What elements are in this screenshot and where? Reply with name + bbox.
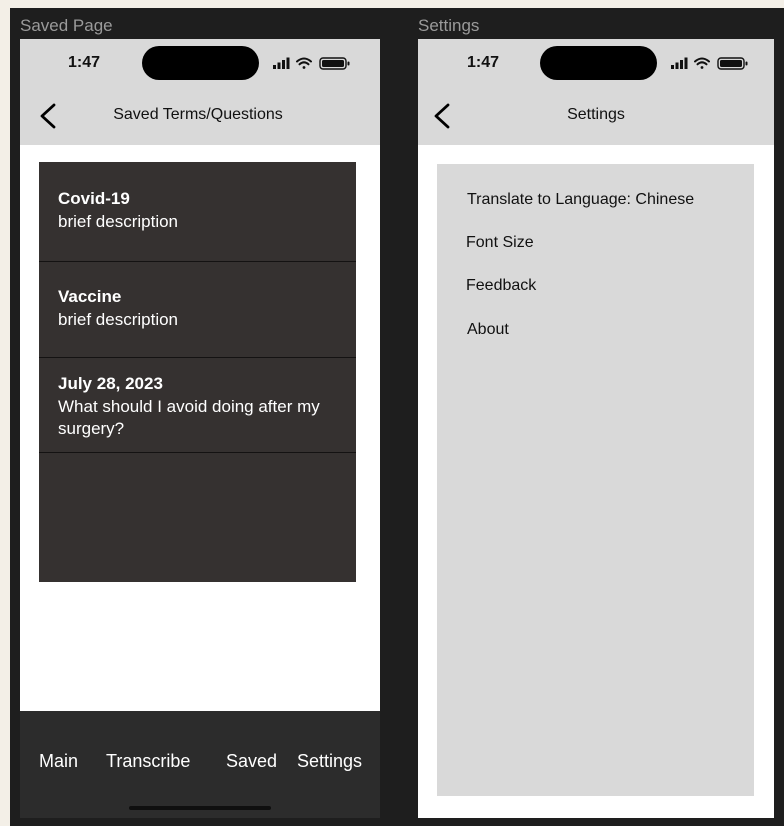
settings-nav-bar: Settings [418,86,774,145]
battery-icon [717,57,748,70]
dynamic-island [540,46,657,80]
tab-main[interactable]: Main [39,751,78,772]
saved-item-description: brief description [58,212,179,231]
saved-item-title: Covid-19 [58,189,130,208]
settings-page-screen: 1:47 Settings Translate to Language: Chi… [418,39,774,818]
tab-transcribe[interactable]: Transcribe [106,751,190,772]
cellular-signal-icon [671,57,688,69]
home-indicator [129,806,271,810]
dynamic-island [142,46,259,80]
battery-icon [319,57,350,70]
saved-nav-bar: Saved Terms/Questions [20,86,380,145]
setting-feedback[interactable]: Feedback [466,277,536,295]
saved-items-list: Covid-19 brief description Vaccine brief… [39,162,356,582]
setting-about[interactable]: About [467,321,509,339]
status-time: 1:47 [467,54,500,71]
status-icons [273,57,350,70]
saved-item-description: What should I avoid doing after my surge… [58,397,320,438]
design-canvas: Saved Page Settings 1:47 Saved Terms/Que… [10,8,784,826]
status-bar: 1:47 [20,39,380,86]
saved-item-description: brief description [58,310,179,329]
setting-translate-language[interactable]: Translate to Language: Chinese [467,191,694,209]
status-bar: 1:47 [418,39,774,86]
tab-saved[interactable]: Saved [226,751,277,772]
saved-item-question[interactable]: July 28, 2023 What should I avoid doing … [39,358,356,453]
saved-page-screen: 1:47 Saved Terms/Questions Covid-19 brie… [20,39,380,818]
frame-label-saved: Saved Page [20,16,113,35]
saved-item-title: Vaccine [58,287,122,306]
wifi-icon [694,57,710,69]
chevron-left-icon[interactable] [428,99,458,133]
saved-page-title: Saved Terms/Questions [113,106,283,123]
status-icons [671,57,748,70]
saved-item-covid[interactable]: Covid-19 brief description [39,162,356,262]
setting-font-size[interactable]: Font Size [466,234,534,252]
status-time: 1:47 [68,54,101,71]
tab-settings[interactable]: Settings [297,751,362,772]
cellular-signal-icon [273,57,290,69]
wifi-icon [296,57,312,69]
saved-item-title: July 28, 2023 [58,374,163,393]
bottom-tab-bar: Main Transcribe Saved Settings [20,711,380,818]
settings-panel: Translate to Language: Chinese Font Size… [437,164,754,796]
saved-item-vaccine[interactable]: Vaccine brief description [39,262,356,358]
frame-label-settings: Settings [418,16,480,35]
settings-page-title: Settings [567,106,625,123]
